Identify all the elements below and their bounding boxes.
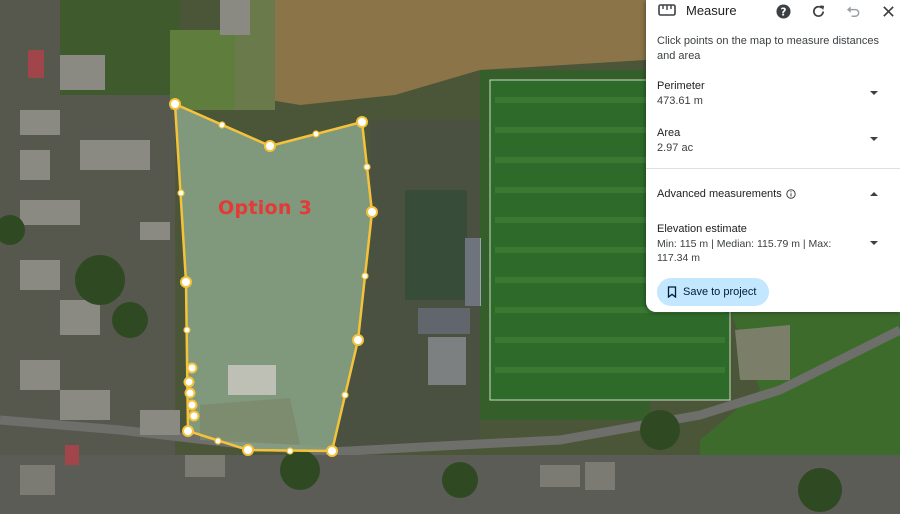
save-button-label: Save to project bbox=[683, 286, 757, 298]
perimeter-value: 473.61 m bbox=[657, 95, 703, 107]
advanced-collapse-icon[interactable] bbox=[870, 192, 878, 196]
undo-icon[interactable] bbox=[844, 2, 862, 20]
measure-instructions: Click points on the map to measure dista… bbox=[657, 35, 879, 62]
perimeter-label: Perimeter bbox=[657, 80, 705, 92]
elevation-label: Elevation estimate bbox=[657, 223, 747, 235]
help-icon[interactable]: ? bbox=[774, 2, 792, 20]
panel-title: Measure bbox=[686, 3, 737, 18]
close-icon[interactable] bbox=[879, 2, 897, 20]
advanced-measurements-toggle[interactable]: Advanced measurements bbox=[657, 188, 796, 200]
panel-header: Measure ? bbox=[646, 0, 900, 22]
info-icon[interactable] bbox=[786, 189, 796, 199]
measured-area-polygon[interactable] bbox=[175, 104, 372, 451]
measure-panel: Measure ? Click points on the map to mea… bbox=[646, 0, 900, 312]
area-unit-dropdown[interactable] bbox=[870, 137, 878, 141]
option-label: Option 3 bbox=[218, 197, 313, 219]
advanced-measurements-label: Advanced measurements bbox=[657, 188, 782, 200]
svg-text:?: ? bbox=[780, 6, 786, 18]
save-to-project-button[interactable]: Save to project bbox=[657, 278, 769, 306]
divider bbox=[646, 168, 900, 169]
refresh-icon[interactable] bbox=[809, 2, 827, 20]
elevation-unit-dropdown[interactable] bbox=[870, 241, 878, 245]
area-label: Area bbox=[657, 127, 681, 139]
ruler-icon bbox=[658, 4, 676, 16]
bookmark-icon bbox=[667, 286, 677, 298]
elevation-value: Min: 115 m | Median: 115.79 m | Max: 117… bbox=[657, 238, 832, 264]
area-value: 2.97 ac bbox=[657, 142, 694, 154]
perimeter-unit-dropdown[interactable] bbox=[870, 91, 878, 95]
